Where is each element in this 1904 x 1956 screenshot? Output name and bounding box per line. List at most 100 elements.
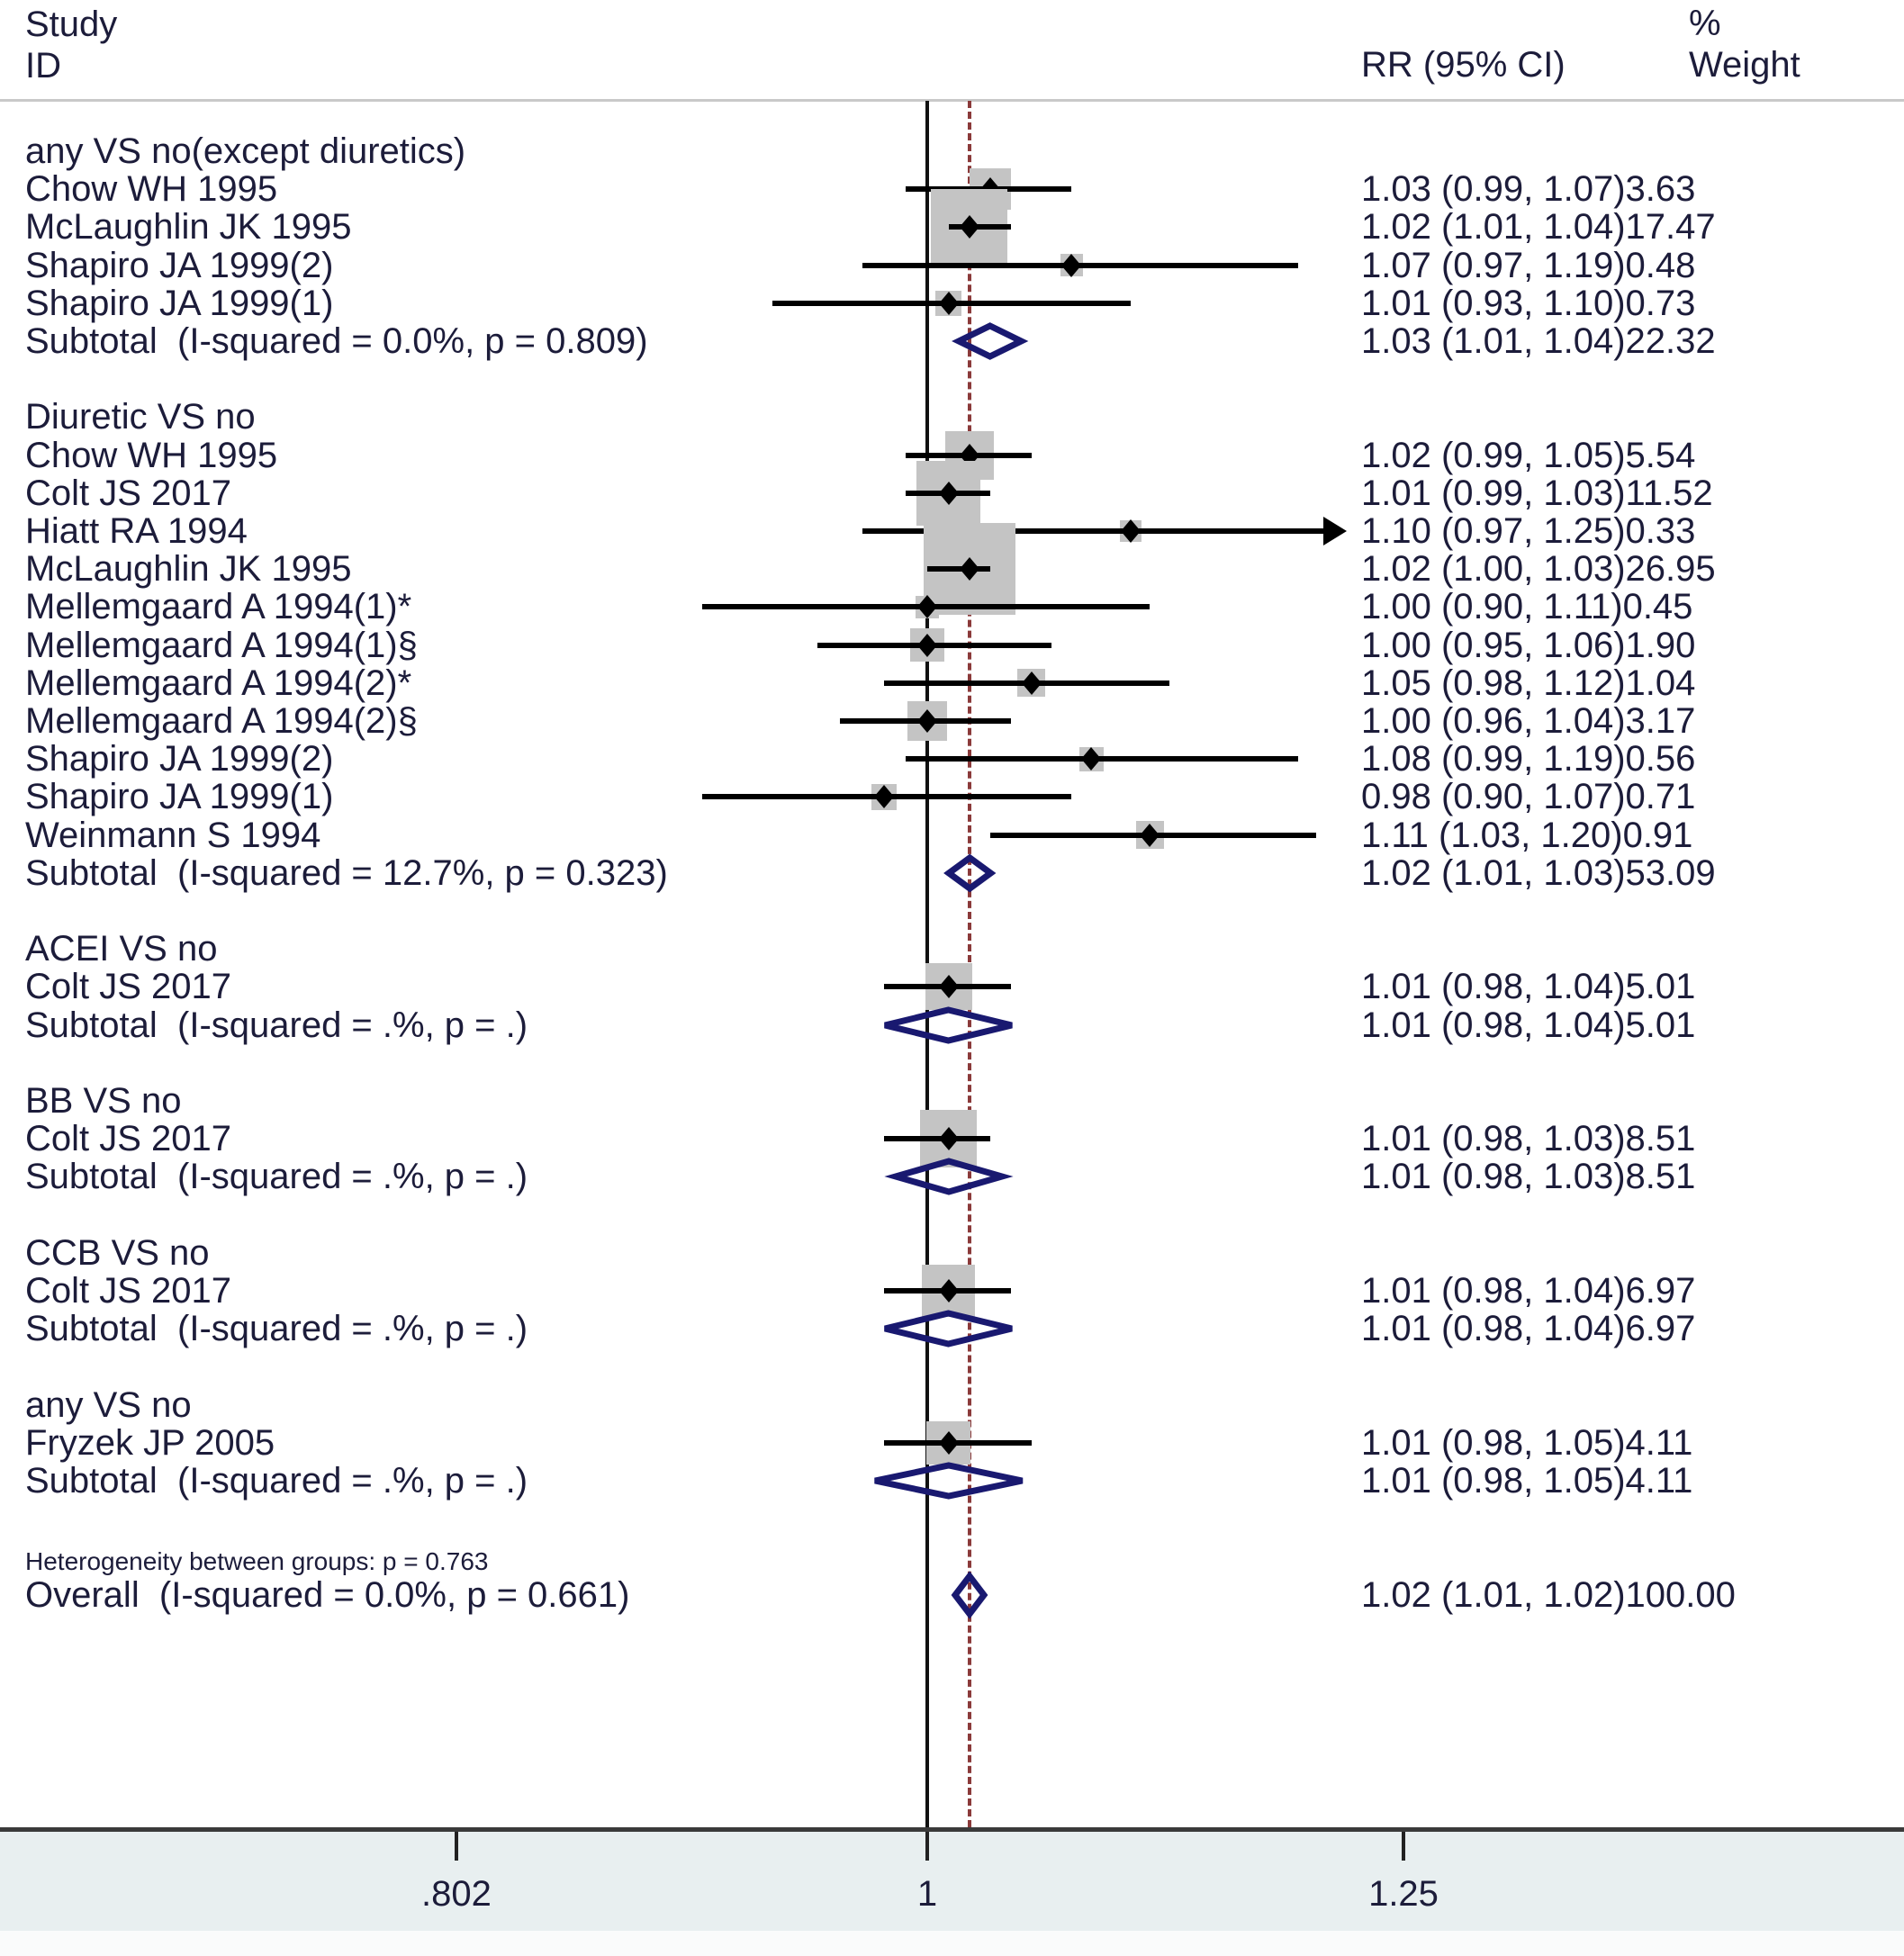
study-stat: 1.11 (1.03, 1.20)0.91 — [1361, 815, 1693, 855]
axis-underband — [0, 1931, 1904, 1956]
subtotal-stat-2: 1.01 (0.98, 1.04)5.01 — [1361, 1005, 1696, 1045]
column-header-study-id: Study ID — [25, 5, 118, 86]
group-heading-5: any VS no — [25, 1384, 192, 1425]
study-stat: 1.10 (0.97, 1.25)0.33 — [1361, 511, 1696, 551]
subtotal-label-2: Subtotal (I-squared = .%, p = .) — [25, 1005, 528, 1045]
confidence-interval-bar — [906, 756, 1299, 762]
study-stat: 1.01 (0.98, 1.04)5.01 — [1361, 967, 1696, 1007]
point-estimate-marker — [917, 709, 937, 733]
study-label: Weinmann S 1994 — [25, 815, 321, 855]
point-estimate-marker — [959, 215, 979, 239]
study-stat: 0.98 (0.90, 1.07)0.71 — [1361, 777, 1696, 817]
overall-stat: 1.02 (1.01, 1.02)100.00 — [1361, 1574, 1736, 1615]
study-label: Colt JS 2017 — [25, 967, 232, 1007]
subtotal-diamond — [943, 853, 997, 893]
point-estimate-marker — [980, 177, 1001, 202]
column-header-weight: Weight — [1689, 45, 1800, 85]
study-label: Shapiro JA 1999(1) — [25, 283, 334, 323]
axis-band — [0, 1832, 1904, 1931]
study-label: Fryzek JP 2005 — [25, 1422, 275, 1463]
axis-tick-1 — [925, 1832, 929, 1861]
axis-tick-label-1: 1 — [916, 1874, 938, 1914]
study-stat: 1.08 (0.99, 1.19)0.56 — [1361, 739, 1696, 780]
point-estimate-marker — [874, 785, 895, 809]
point-estimate-marker — [938, 481, 959, 505]
group-heading-4: CCB VS no — [25, 1232, 210, 1273]
study-label: Hiatt RA 1994 — [25, 511, 248, 551]
column-header-rr-ci: RR (95% CI) — [1361, 45, 1566, 85]
study-stat: 1.00 (0.90, 1.11)0.45 — [1361, 587, 1693, 627]
study-label: Chow WH 1995 — [25, 169, 278, 210]
group-heading-1: Diuretic VS no — [25, 397, 256, 437]
ci-arrow-icon — [1323, 517, 1347, 545]
point-estimate-marker — [938, 975, 959, 999]
point-estimate-marker — [1021, 671, 1042, 695]
axis-tick-label-0: .802 — [420, 1874, 492, 1914]
study-stat: 1.01 (0.93, 1.10)0.73 — [1361, 283, 1696, 323]
subtotal-diamond — [881, 1005, 1015, 1044]
subtotal-stat-5: 1.01 (0.98, 1.05)4.11 — [1361, 1461, 1693, 1501]
study-label: McLaughlin JK 1995 — [25, 207, 352, 248]
subtotal-label-1: Subtotal (I-squared = 12.7%, p = 0.323) — [25, 852, 668, 893]
point-estimate-marker — [1120, 519, 1141, 543]
study-stat: 1.01 (0.98, 1.05)4.11 — [1361, 1422, 1693, 1463]
study-label: Mellemgaard A 1994(2)* — [25, 663, 412, 703]
group-heading-0: any VS no(except diuretics) — [25, 131, 466, 171]
study-label: Shapiro JA 1999(2) — [25, 245, 334, 285]
point-estimate-marker — [917, 595, 937, 619]
study-label: Colt JS 2017 — [25, 1119, 232, 1159]
point-estimate-marker — [938, 291, 959, 315]
study-label: Shapiro JA 1999(2) — [25, 739, 334, 780]
study-stat: 1.00 (0.96, 1.04)3.17 — [1361, 701, 1696, 741]
overall-label: Overall (I-squared = 0.0%, p = 0.661) — [25, 1574, 630, 1615]
subtotal-label-0: Subtotal (I-squared = 0.0%, p = 0.809) — [25, 321, 648, 361]
subtotal-stat-1: 1.02 (1.01, 1.03)53.09 — [1361, 852, 1716, 893]
point-estimate-marker — [938, 1279, 959, 1302]
point-estimate-marker — [1081, 747, 1102, 771]
study-label: Chow WH 1995 — [25, 435, 278, 475]
axis-tick-0 — [454, 1832, 458, 1861]
subtotal-label-4: Subtotal (I-squared = .%, p = .) — [25, 1309, 528, 1349]
study-label: Shapiro JA 1999(1) — [25, 777, 334, 817]
point-estimate-marker — [1061, 253, 1082, 277]
study-stat: 1.02 (1.00, 1.03)26.95 — [1361, 549, 1716, 590]
study-stat: 1.03 (0.99, 1.07)3.63 — [1361, 169, 1696, 210]
point-estimate-marker — [917, 633, 937, 657]
subtotal-stat-0: 1.03 (1.01, 1.04)22.32 — [1361, 321, 1716, 361]
study-label: Mellemgaard A 1994(1)* — [25, 587, 412, 627]
group-heading-2: ACEI VS no — [25, 929, 218, 969]
study-label: Mellemgaard A 1994(2)§ — [25, 701, 418, 741]
study-label: McLaughlin JK 1995 — [25, 549, 352, 590]
subtotal-diamond — [952, 322, 1029, 360]
group-heading-3: BB VS no — [25, 1081, 182, 1121]
study-stat: 1.07 (0.97, 1.19)0.48 — [1361, 245, 1696, 285]
study-stat: 1.02 (0.99, 1.05)5.54 — [1361, 435, 1696, 475]
point-estimate-marker — [938, 1430, 959, 1455]
study-stat: 1.05 (0.98, 1.12)1.04 — [1361, 663, 1696, 703]
subtotal-stat-4: 1.01 (0.98, 1.04)6.97 — [1361, 1309, 1696, 1349]
study-stat: 1.01 (0.98, 1.03)8.51 — [1361, 1119, 1696, 1159]
subtotal-label-3: Subtotal (I-squared = .%, p = .) — [25, 1157, 528, 1197]
study-stat: 1.02 (1.01, 1.04)17.47 — [1361, 207, 1716, 248]
column-header-percent: % — [1689, 4, 1721, 43]
study-label: Colt JS 2017 — [25, 473, 232, 513]
axis-tick-label-2: 1.25 — [1368, 1874, 1439, 1914]
forest-plot: Study ID RR (95% CI) % Weight any VS no(… — [0, 0, 1904, 1956]
overall-diamond — [951, 1570, 988, 1619]
point-estimate-marker — [938, 1127, 959, 1151]
subtotal-diamond — [881, 1310, 1015, 1348]
study-stat: 1.01 (0.99, 1.03)11.52 — [1361, 473, 1713, 513]
subtotal-diamond — [871, 1462, 1026, 1500]
study-stat: 1.01 (0.98, 1.04)6.97 — [1361, 1271, 1696, 1311]
confidence-interval-bar — [948, 224, 1011, 230]
subtotal-stat-3: 1.01 (0.98, 1.03)8.51 — [1361, 1157, 1696, 1197]
point-estimate-marker — [959, 443, 979, 467]
study-stat: 1.00 (0.95, 1.06)1.90 — [1361, 625, 1696, 665]
subtotal-diamond — [883, 1158, 1014, 1196]
point-estimate-marker — [959, 557, 979, 581]
study-label: Colt JS 2017 — [25, 1271, 232, 1311]
subtotal-label-5: Subtotal (I-squared = .%, p = .) — [25, 1461, 528, 1501]
confidence-interval-bar — [884, 1136, 991, 1142]
study-label: Mellemgaard A 1994(1)§ — [25, 625, 418, 665]
header-divider — [0, 99, 1904, 102]
